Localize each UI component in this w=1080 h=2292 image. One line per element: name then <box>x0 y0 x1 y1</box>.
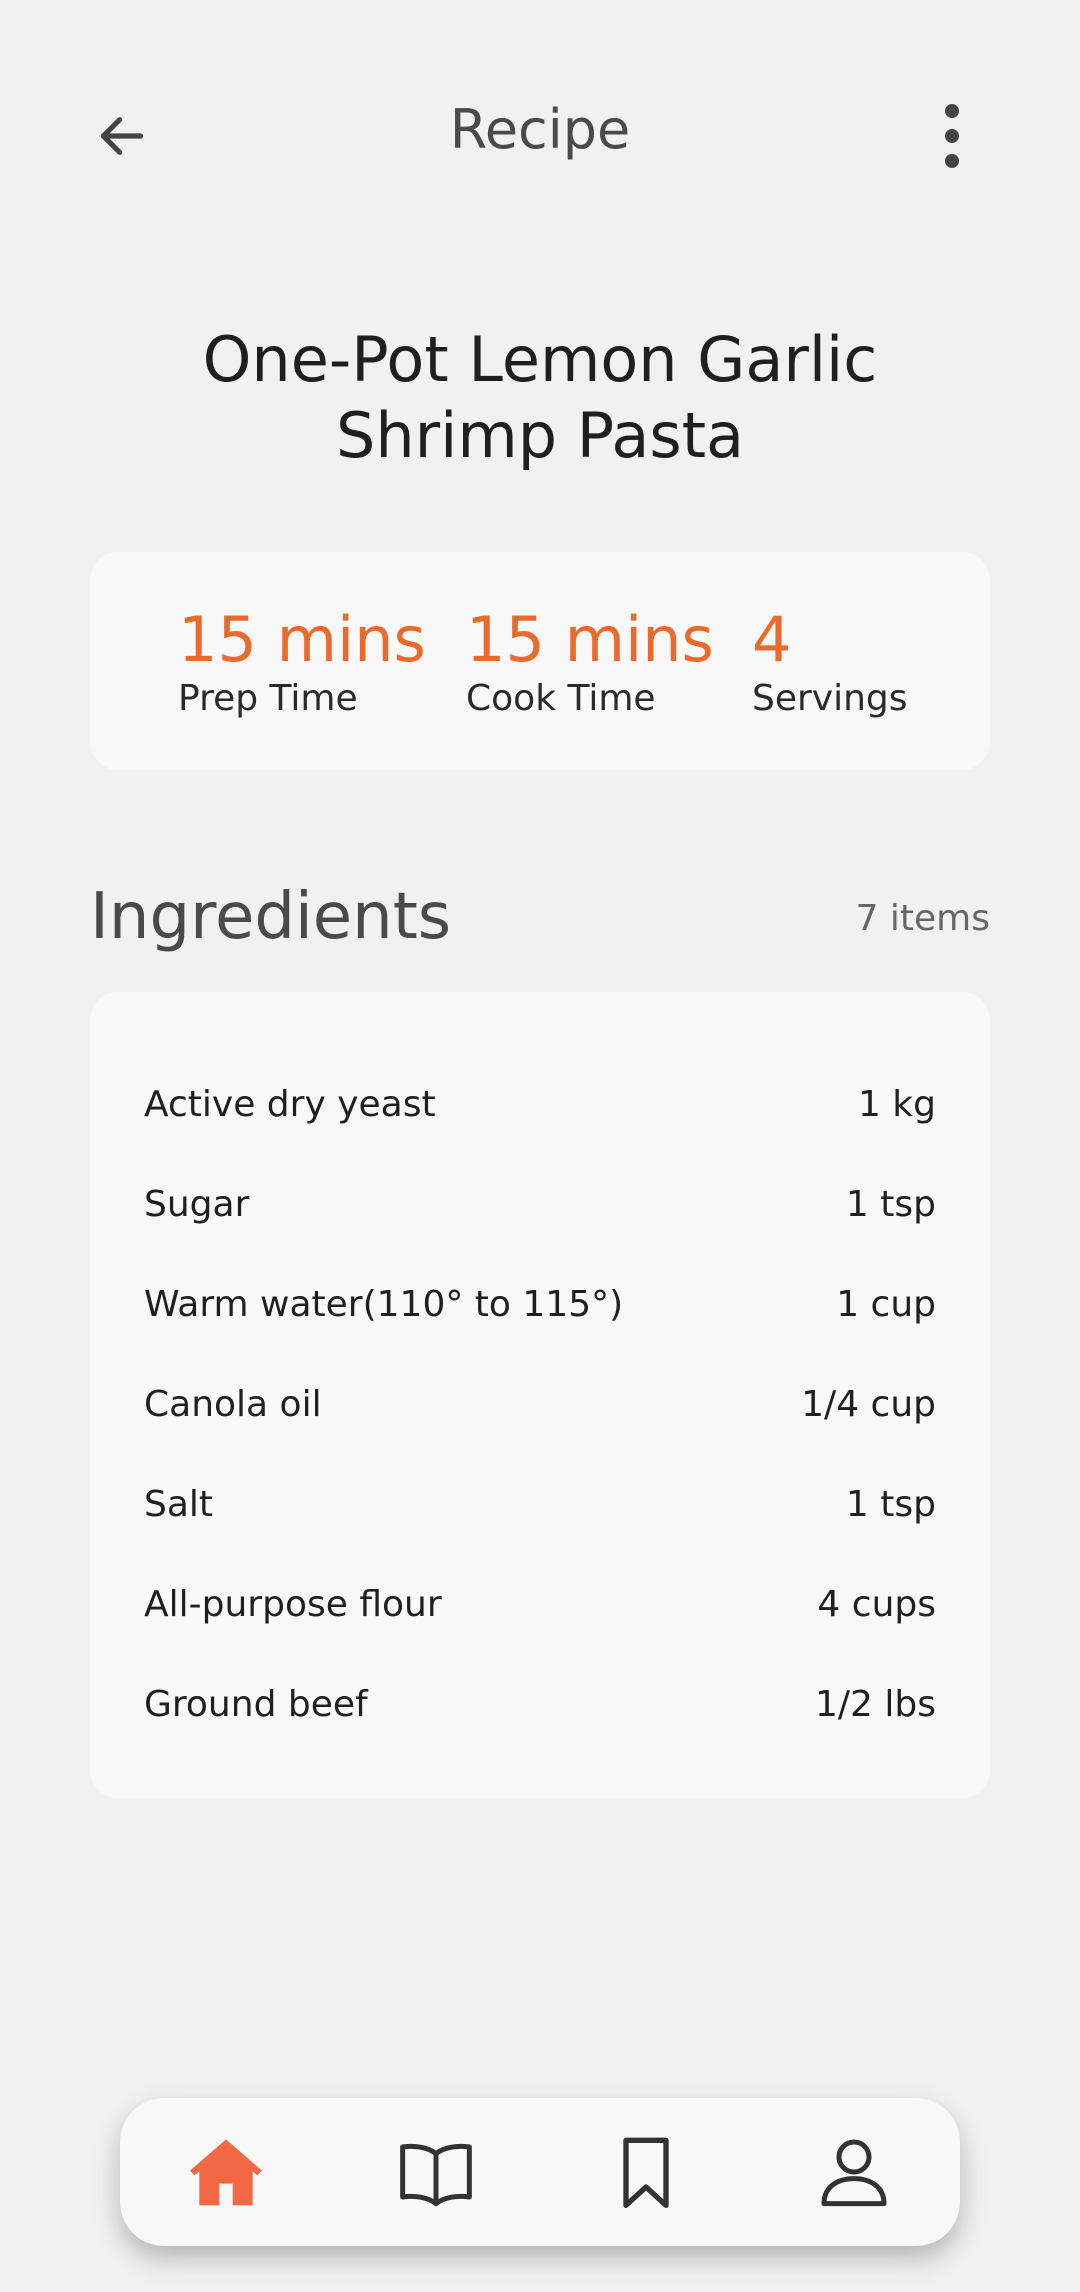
ingredient-amount: 1 cup <box>836 1283 936 1325</box>
ingredient-row: Salt 1 tsp <box>144 1474 936 1534</box>
ingredient-name: Canola oil <box>144 1383 322 1425</box>
ingredient-name: Ground beef <box>144 1683 368 1725</box>
recipe-screen: Recipe One-Pot Lemon Garlic Shrimp Pasta… <box>0 0 1080 2292</box>
nav-home[interactable] <box>182 2128 270 2216</box>
ingredient-amount: 1 tsp <box>845 1183 936 1225</box>
ingredient-name: Warm water(110° to 115°) <box>144 1283 624 1325</box>
cook-time-value: 15 mins <box>466 603 714 676</box>
nav-saved[interactable] <box>602 2128 690 2216</box>
top-app-bar: Recipe <box>0 80 1080 180</box>
ingredient-row: Sugar 1 tsp <box>144 1174 936 1234</box>
ingredient-amount: 1 tsp <box>845 1483 936 1525</box>
ingredient-row: All-purpose flour 4 cups <box>144 1574 936 1634</box>
ingredient-row: Active dry yeast 1 kg <box>144 1074 936 1134</box>
ingredient-row: Canola oil 1/4 cup <box>144 1374 936 1434</box>
prep-time-value: 15 mins <box>178 603 426 676</box>
ingredient-row: Ground beef 1/2 lbs <box>144 1674 936 1734</box>
ingredient-name: Salt <box>144 1483 214 1525</box>
ingredients-heading: Ingredients <box>90 880 452 954</box>
ingredient-amount: 4 cups <box>817 1583 936 1625</box>
nav-profile[interactable] <box>810 2128 898 2216</box>
ingredient-amount: 1/2 lbs <box>815 1683 936 1725</box>
ingredient-row: Warm water(110° to 115°) 1 cup <box>144 1274 936 1334</box>
servings-value: 4 <box>752 603 792 676</box>
bookmark-icon <box>623 2137 669 2208</box>
nav-recipes[interactable] <box>392 2128 480 2216</box>
home-icon <box>190 2139 262 2206</box>
recipe-stats-card: 15 mins Prep Time 15 mins Cook Time 4 Se… <box>90 552 990 770</box>
cook-time-stat: 15 mins Cook Time <box>466 602 714 719</box>
ingredient-amount: 1/4 cup <box>801 1383 936 1425</box>
book-icon <box>400 2143 472 2207</box>
profile-icon <box>821 2139 887 2207</box>
prep-time-stat: 15 mins Prep Time <box>178 602 426 719</box>
ingredient-name: Active dry yeast <box>144 1083 436 1125</box>
ingredients-count: 7 items <box>855 898 990 939</box>
bottom-navigation <box>120 2098 960 2246</box>
prep-time-label: Prep Time <box>178 678 358 719</box>
recipe-title: One-Pot Lemon Garlic Shrimp Pasta <box>202 323 878 472</box>
more-options-button[interactable] <box>916 100 988 172</box>
ingredients-list: Active dry yeast 1 kg Sugar 1 tsp Warm w… <box>90 992 990 1798</box>
servings-stat: 4 Servings <box>752 602 908 719</box>
cook-time-label: Cook Time <box>466 678 656 719</box>
ingredient-name: Sugar <box>144 1183 250 1225</box>
servings-label: Servings <box>752 678 908 719</box>
more-vertical-icon <box>945 104 959 168</box>
ingredient-name: All-purpose flour <box>144 1583 442 1625</box>
ingredient-amount: 1 kg <box>857 1083 936 1125</box>
